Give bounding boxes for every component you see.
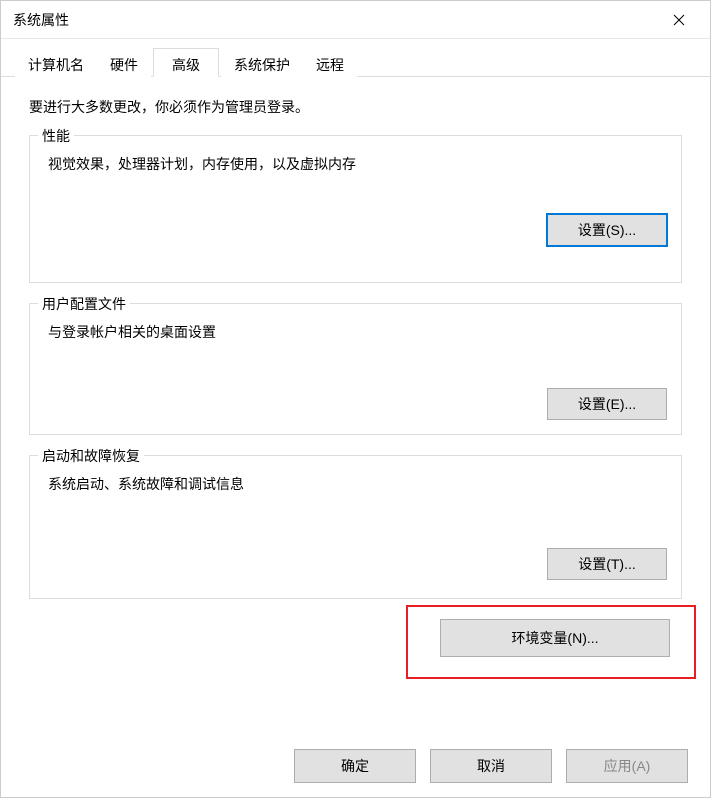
performance-button-row: 设置(S)... xyxy=(44,214,667,246)
tab-bar: 计算机名 硬件 高级 系统保护 远程 xyxy=(1,39,710,77)
userprofile-group-label: 用户配置文件 xyxy=(38,294,130,314)
userprofile-group-desc: 与登录帐户相关的桌面设置 xyxy=(44,322,667,342)
performance-group: 性能 视觉效果，处理器计划，内存使用，以及虚拟内存 设置(S)... xyxy=(29,135,682,283)
startup-settings-button[interactable]: 设置(T)... xyxy=(547,548,667,580)
tab-computer-name[interactable]: 计算机名 xyxy=(15,48,97,77)
ok-button[interactable]: 确定 xyxy=(294,749,416,783)
startup-group-label: 启动和故障恢复 xyxy=(38,446,144,466)
tab-remote[interactable]: 远程 xyxy=(303,48,357,77)
tab-system-protection[interactable]: 系统保护 xyxy=(221,48,303,77)
performance-group-desc: 视觉效果，处理器计划，内存使用，以及虚拟内存 xyxy=(44,154,667,174)
env-var-highlight-box xyxy=(406,605,696,679)
userprofile-settings-button[interactable]: 设置(E)... xyxy=(547,388,667,420)
performance-group-label: 性能 xyxy=(38,126,74,146)
tab-hardware[interactable]: 硬件 xyxy=(97,48,151,77)
startup-group-desc: 系统启动、系统故障和调试信息 xyxy=(44,474,667,494)
close-button[interactable] xyxy=(656,5,702,35)
dialog-footer: 确定 取消 应用(A) xyxy=(294,749,688,783)
apply-button[interactable]: 应用(A) xyxy=(566,749,688,783)
cancel-button[interactable]: 取消 xyxy=(430,749,552,783)
titlebar: 系统属性 xyxy=(1,1,710,39)
system-properties-dialog: 系统属性 计算机名 硬件 高级 系统保护 远程 要进行大多数更改，你必须作为管理… xyxy=(0,0,711,798)
tab-advanced[interactable]: 高级 xyxy=(153,48,219,77)
startup-button-row: 设置(T)... xyxy=(44,548,667,580)
close-icon xyxy=(673,14,685,26)
intro-text: 要进行大多数更改，你必须作为管理员登录。 xyxy=(29,97,682,117)
performance-settings-button[interactable]: 设置(S)... xyxy=(547,214,667,246)
startup-group: 启动和故障恢复 系统启动、系统故障和调试信息 设置(T)... xyxy=(29,455,682,599)
userprofile-group: 用户配置文件 与登录帐户相关的桌面设置 设置(E)... xyxy=(29,303,682,435)
tab-content: 要进行大多数更改，你必须作为管理员登录。 性能 视觉效果，处理器计划，内存使用，… xyxy=(1,77,710,657)
userprofile-button-row: 设置(E)... xyxy=(44,388,667,420)
env-var-row: 环境变量(N)... xyxy=(29,619,682,657)
window-title: 系统属性 xyxy=(13,10,69,30)
